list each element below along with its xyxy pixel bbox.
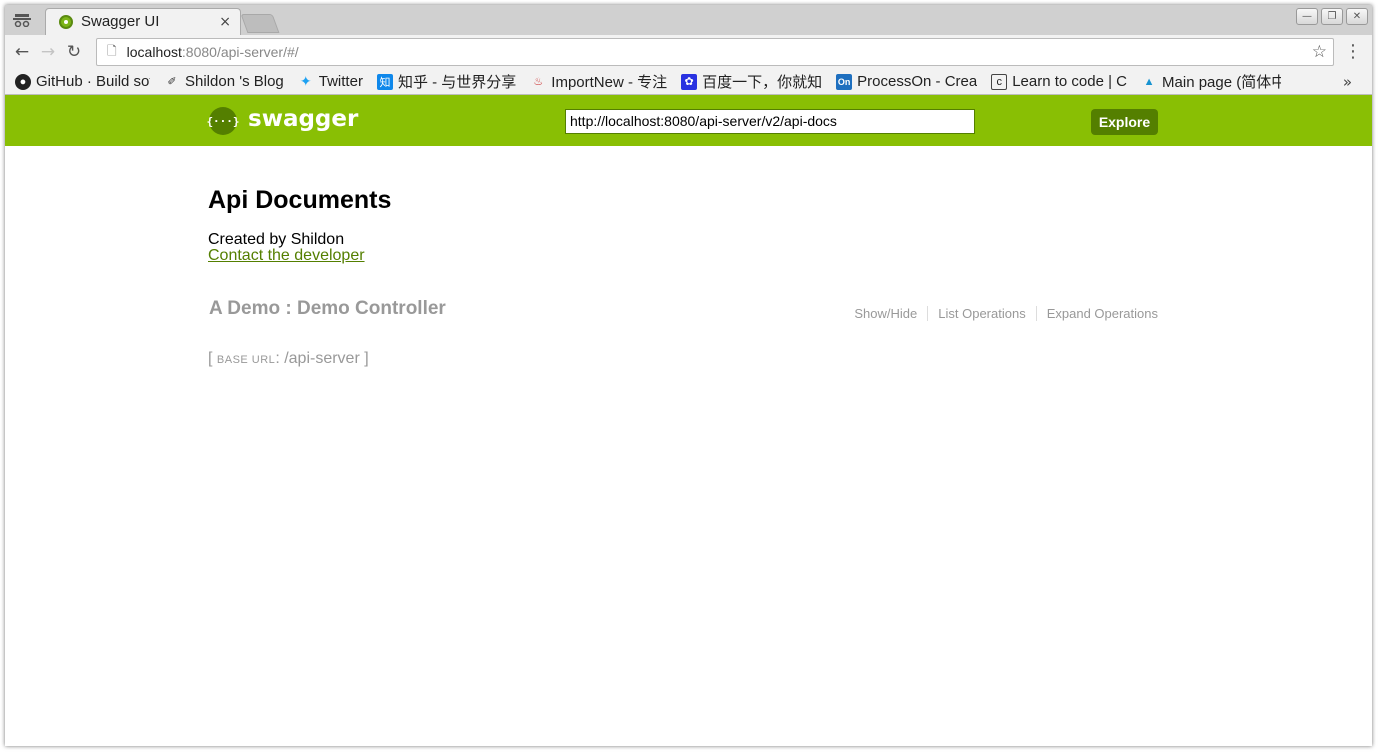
address-bar[interactable]: 🗋 localhost:8080/api-server/#/ ☆	[96, 38, 1334, 66]
address-url[interactable]: localhost:8080/api-server/#/	[127, 44, 299, 60]
contact-developer-link[interactable]: Contact the developer	[208, 247, 365, 265]
new-tab-button[interactable]	[240, 14, 280, 33]
forward-arrow-icon[interactable]: →	[35, 39, 61, 65]
resource-operations: Show/Hide List Operations Expand Operati…	[844, 306, 1158, 321]
bookmark-baidu[interactable]: ✿ 百度一下，你就知	[681, 71, 822, 92]
tab-title: Swagger UI	[81, 13, 160, 30]
reload-icon[interactable]: ↻	[61, 39, 87, 65]
archlinux-icon: ▲	[1143, 75, 1155, 88]
importnew-icon: ♨	[533, 76, 544, 88]
browser-menu-icon[interactable]: ⋮	[1344, 41, 1362, 62]
page-info-icon[interactable]: 🗋	[107, 42, 117, 63]
api-url-input[interactable]: http://localhost:8080/api-server/v2/api-…	[565, 109, 975, 134]
bookmark-star-icon[interactable]: ☆	[1312, 42, 1327, 62]
resource-heading[interactable]: A Demo : Demo Controller	[209, 298, 446, 320]
bookmark-github[interactable]: ● GitHub · Build sof	[15, 73, 150, 90]
incognito-icon	[11, 11, 33, 29]
explore-button[interactable]: Explore	[1091, 109, 1158, 135]
swagger-logo-icon[interactable]: {···}	[206, 107, 240, 135]
base-url: [ BASE URL: /api-server ]	[208, 350, 369, 367]
bookmark-processon[interactable]: On ProcessOn - Crea	[836, 73, 977, 90]
bookmark-archlinux[interactable]: ▲ Main page (简体中	[1141, 71, 1281, 92]
twitter-icon: ✦	[299, 73, 312, 89]
api-title: Api Documents	[208, 186, 392, 214]
blog-icon: ✐	[167, 76, 177, 88]
list-operations-link[interactable]: List Operations	[928, 306, 1037, 321]
swagger-favicon-icon	[59, 14, 73, 29]
more-bookmarks-icon[interactable]: »	[1343, 73, 1352, 91]
back-arrow-icon[interactable]: ←	[9, 39, 35, 65]
zhihu-icon: 知	[376, 73, 393, 90]
window-controls: — ❐ ✕	[1296, 8, 1368, 25]
show-hide-link[interactable]: Show/Hide	[844, 306, 929, 321]
bookmark-twitter[interactable]: ✦ Twitter	[298, 73, 363, 90]
tab-strip: Swagger UI × — ❐ ✕	[5, 5, 1372, 35]
close-window-icon[interactable]: ✕	[1346, 8, 1368, 25]
swagger-header: {···} swagger http://localhost:8080/api-…	[5, 95, 1372, 146]
bookmark-importnew[interactable]: ♨ ImportNew - 专注	[530, 71, 667, 92]
bookmarks-bar: ● GitHub · Build sof ✐ Shildon 's Blog ✦…	[5, 69, 1372, 95]
close-tab-icon[interactable]: ×	[219, 14, 231, 30]
restore-icon[interactable]: ❐	[1321, 8, 1343, 25]
bookmark-shildon-blog[interactable]: ✐ Shildon 's Blog	[164, 73, 283, 90]
bookmark-zhihu[interactable]: 知 知乎 - 与世界分享	[376, 71, 516, 92]
freecodecamp-icon: c	[991, 73, 1008, 90]
processon-icon: On	[836, 73, 853, 90]
browser-toolbar: ← → ↻ 🗋 localhost:8080/api-server/#/ ☆ ⋮	[5, 35, 1372, 69]
swagger-brand[interactable]: swagger	[248, 106, 358, 132]
browser-window: Swagger UI × — ❐ ✕ ← → ↻ 🗋 localhost:808…	[5, 5, 1372, 746]
minimize-icon[interactable]: —	[1296, 8, 1318, 25]
github-icon: ●	[15, 73, 31, 90]
bookmark-freecodecamp[interactable]: c Learn to code | C	[991, 73, 1127, 90]
expand-operations-link[interactable]: Expand Operations	[1037, 306, 1158, 321]
baidu-icon: ✿	[681, 73, 698, 90]
tab-active[interactable]: Swagger UI ×	[45, 8, 241, 35]
